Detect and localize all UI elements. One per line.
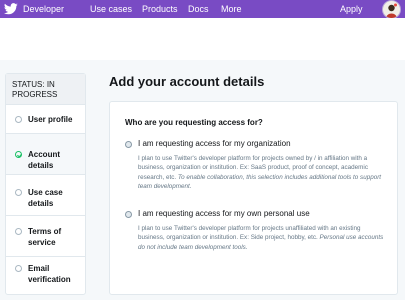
nav-more[interactable]: More — [221, 4, 242, 14]
pending-circle-icon — [15, 228, 22, 235]
step-user-profile[interactable]: User profile — [6, 105, 85, 134]
developer-brand-link[interactable]: Developer — [23, 4, 64, 14]
step-label: Email verification — [28, 264, 71, 284]
step-use-case-details[interactable]: Use case details — [6, 175, 85, 216]
page-title: Add your account details — [109, 74, 265, 89]
nav-use-cases[interactable]: Use cases — [90, 4, 132, 14]
step-label: Account details — [28, 150, 60, 170]
step-terms-of-service[interactable]: Terms of service — [6, 216, 85, 257]
question-heading: Who are you requesting access for? — [125, 118, 263, 127]
progress-sidebar: STATUS: IN PROGRESS User profile Account… — [5, 73, 86, 295]
step-label: Use case details — [28, 188, 63, 208]
check-circle-icon — [15, 151, 22, 158]
step-email-verification[interactable]: Email verification — [6, 257, 85, 294]
user-avatar[interactable] — [382, 0, 401, 19]
step-label: Terms of service — [28, 227, 62, 247]
status-banner: STATUS: IN PROGRESS — [6, 74, 85, 105]
top-nav-bar: Developer Use cases Products Docs More A… — [0, 0, 405, 19]
option-organization-description: I plan to use Twitter's developer platfo… — [138, 154, 388, 191]
step-account-details[interactable]: Account details — [6, 134, 85, 175]
header-spacer — [0, 18, 405, 60]
radio-organization[interactable] — [125, 141, 132, 148]
status-text: STATUS: IN PROGRESS — [12, 80, 58, 99]
option-personal-label[interactable]: I am requesting access for my own person… — [138, 209, 310, 218]
pending-circle-icon — [15, 116, 22, 123]
nav-docs[interactable]: Docs — [188, 4, 209, 14]
twitter-bird-icon[interactable] — [4, 3, 18, 15]
nav-products[interactable]: Products — [142, 4, 178, 14]
option-organization-label[interactable]: I am requesting access for my organizati… — [138, 139, 291, 148]
access-type-card: Who are you requesting access for? I am … — [109, 101, 398, 295]
step-label: User profile — [28, 115, 73, 124]
pending-circle-icon — [15, 265, 22, 272]
radio-personal[interactable] — [125, 211, 132, 218]
pending-circle-icon — [15, 189, 22, 196]
option-personal-description: I plan to use Twitter's developer platfo… — [138, 224, 388, 252]
apply-link[interactable]: Apply — [340, 4, 363, 14]
